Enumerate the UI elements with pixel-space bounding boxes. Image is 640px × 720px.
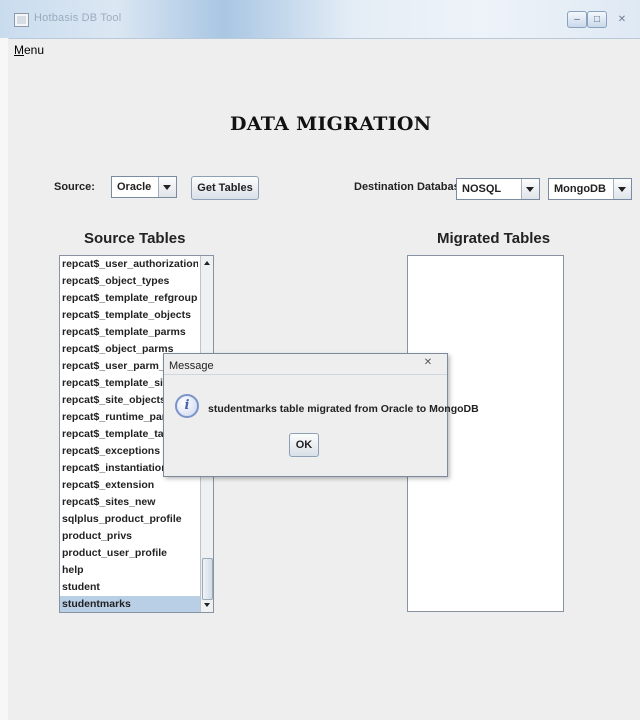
list-item[interactable]: sqlplus_product_profile: [62, 511, 198, 528]
maximize-button[interactable]: □: [587, 11, 607, 28]
list-item[interactable]: student: [62, 579, 198, 596]
list-item[interactable]: product_privs: [62, 528, 198, 545]
list-item[interactable]: repcat$_template_parms: [62, 324, 198, 341]
message-dialog: Message ✕ i studentmarks table migrated …: [163, 353, 479, 477]
list-item[interactable]: repcat$_template_objects: [62, 307, 198, 324]
source-select-value: Oracle: [117, 181, 152, 193]
divider: [164, 374, 447, 375]
list-item[interactable]: repcat$_user_authorizations: [62, 256, 198, 273]
list-item-selected[interactable]: studentmarks: [60, 596, 202, 612]
list-item[interactable]: repcat$_sites_new: [62, 494, 198, 511]
database-select[interactable]: MongoDB: [548, 178, 632, 200]
dialog-title: Message: [169, 360, 214, 372]
database-value: MongoDB: [554, 183, 606, 195]
get-tables-button[interactable]: Get Tables: [191, 176, 259, 200]
close-window-button[interactable]: ✕: [612, 11, 632, 28]
page-title: DATA MIGRATION: [230, 113, 432, 135]
dialog-message: studentmarks table migrated from Oracle …: [208, 403, 479, 415]
list-item[interactable]: repcat$_template_refgroups: [62, 290, 198, 307]
list-item[interactable]: repcat$_object_types: [62, 273, 198, 290]
scroll-up-icon[interactable]: [201, 256, 213, 269]
scroll-thumb[interactable]: [202, 558, 213, 600]
list-item[interactable]: help: [62, 562, 198, 579]
window-title-bar: Hotbasis DB Tool – □ ✕: [0, 0, 640, 39]
chevron-down-icon[interactable]: [613, 179, 631, 199]
ok-button[interactable]: OK: [289, 433, 319, 457]
info-icon: i: [175, 394, 199, 418]
source-label: Source:: [54, 181, 95, 193]
db-type-value: NOSQL: [462, 183, 502, 195]
scroll-down-icon[interactable]: [201, 599, 213, 612]
source-tables-heading: Source Tables: [84, 230, 186, 247]
db-type-select[interactable]: NOSQL: [456, 178, 540, 200]
minimize-button[interactable]: –: [567, 11, 587, 28]
migrated-tables-heading: Migrated Tables: [437, 230, 551, 247]
close-icon[interactable]: ✕: [420, 357, 436, 369]
source-select[interactable]: Oracle: [111, 176, 177, 198]
window-title: Hotbasis DB Tool: [34, 12, 122, 24]
menu-item[interactable]: Menu: [14, 43, 44, 57]
chevron-down-icon[interactable]: [521, 179, 539, 199]
list-item[interactable]: product_user_profile: [62, 545, 198, 562]
chevron-down-icon[interactable]: [158, 177, 176, 197]
menu-bar: Menu: [8, 39, 640, 62]
app-icon: [14, 13, 29, 27]
list-item[interactable]: repcat$_extension: [62, 477, 198, 494]
destination-label: Destination Database:: [354, 181, 470, 193]
